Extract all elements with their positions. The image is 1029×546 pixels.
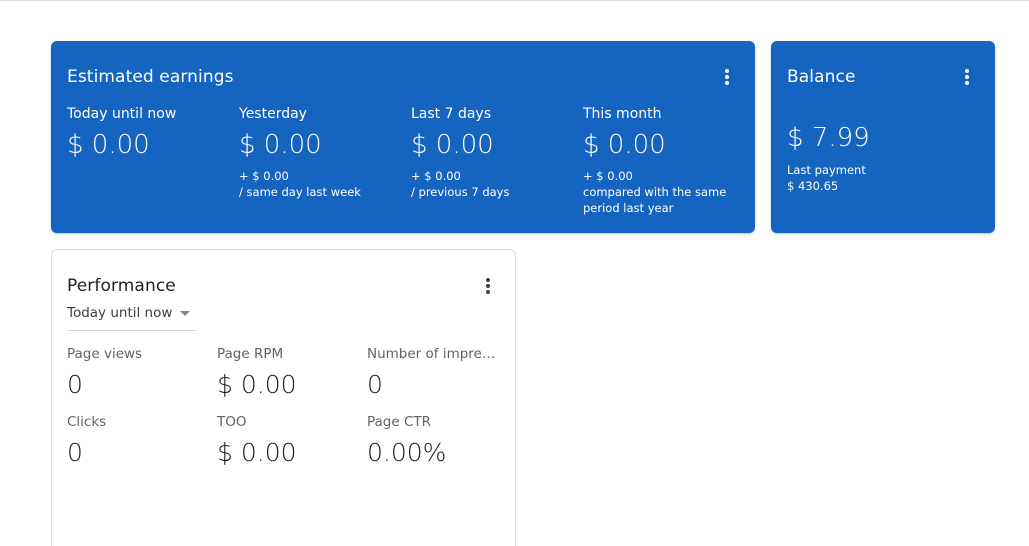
perf-metric-impressions: Number of impressions 0 <box>367 346 502 399</box>
metric-yesterday: Yesterday $ 0.00 + $ 0.00 / same day las… <box>239 106 407 200</box>
perf-metric-label: Number of impressions <box>367 346 502 362</box>
last-payment-label: Last payment <box>787 163 866 177</box>
metric-label: Last 7 days <box>411 106 492 122</box>
metric-last-7-days: Last 7 days $ 0.00 + $ 0.00 / previous 7… <box>411 106 579 200</box>
metric-value: $ 0.00 <box>411 130 494 160</box>
performance-title: Performance <box>67 276 176 296</box>
perf-metric-too: TOO $ 0.00 <box>217 414 357 467</box>
top-divider <box>0 0 1029 1</box>
perf-metric-value: 0.00% <box>367 438 447 467</box>
estimated-earnings-card: Estimated earnings Today until now $ 0.0… <box>51 41 755 233</box>
perf-metric-label: Page views <box>67 346 143 362</box>
metric-label: This month <box>583 106 662 122</box>
metric-comparison: + $ 0.00 / previous 7 days <box>411 169 510 199</box>
more-vert-icon[interactable] <box>715 65 739 89</box>
perf-metric-clicks: Clicks 0 <box>67 414 207 467</box>
perf-metric-page-views: Page views 0 <box>67 346 207 399</box>
metric-value: $ 0.00 <box>67 130 150 160</box>
metric-label: Yesterday <box>239 106 307 122</box>
perf-metric-label: Page CTR <box>367 414 432 430</box>
performance-card: Performance Today until now Page views 0… <box>51 249 516 546</box>
perf-metric-label: Page RPM <box>217 346 284 362</box>
metric-this-month: This month $ 0.00 + $ 0.00 compared with… <box>583 106 751 216</box>
balance-card: Balance $ 7.99 Last payment $ 430.65 <box>771 41 995 233</box>
perf-metric-value: $ 0.00 <box>217 438 297 467</box>
more-vert-icon[interactable] <box>955 65 979 89</box>
metric-comparison: + $ 0.00 / same day last week <box>239 169 361 199</box>
perf-metric-page-rpm: Page RPM $ 0.00 <box>217 346 357 399</box>
perf-metric-value: 0 <box>67 438 83 467</box>
metric-today: Today until now $ 0.00 <box>67 106 235 160</box>
balance-value: $ 7.99 <box>787 123 870 153</box>
last-payment-value: $ 430.65 <box>787 179 839 193</box>
metric-value: $ 0.00 <box>239 130 322 160</box>
date-range-dropdown[interactable]: Today until now <box>67 305 197 331</box>
balance-title: Balance <box>787 67 856 87</box>
perf-metric-value: 0 <box>67 370 83 399</box>
date-range-value: Today until now <box>67 305 173 321</box>
perf-metric-label: TOO <box>217 414 247 430</box>
perf-metric-value: $ 0.00 <box>217 370 297 399</box>
perf-metric-page-ctr: Page CTR 0.00% <box>367 414 502 467</box>
metric-value: $ 0.00 <box>583 130 666 160</box>
perf-metric-value: 0 <box>367 370 383 399</box>
metric-label: Today until now <box>67 106 177 122</box>
estimated-earnings-title: Estimated earnings <box>67 67 234 87</box>
arrow-drop-down-icon <box>180 311 191 316</box>
metric-comparison: + $ 0.00 compared with the same period l… <box>583 169 727 215</box>
more-vert-icon[interactable] <box>476 274 500 298</box>
perf-metric-label: Clicks <box>67 414 107 430</box>
